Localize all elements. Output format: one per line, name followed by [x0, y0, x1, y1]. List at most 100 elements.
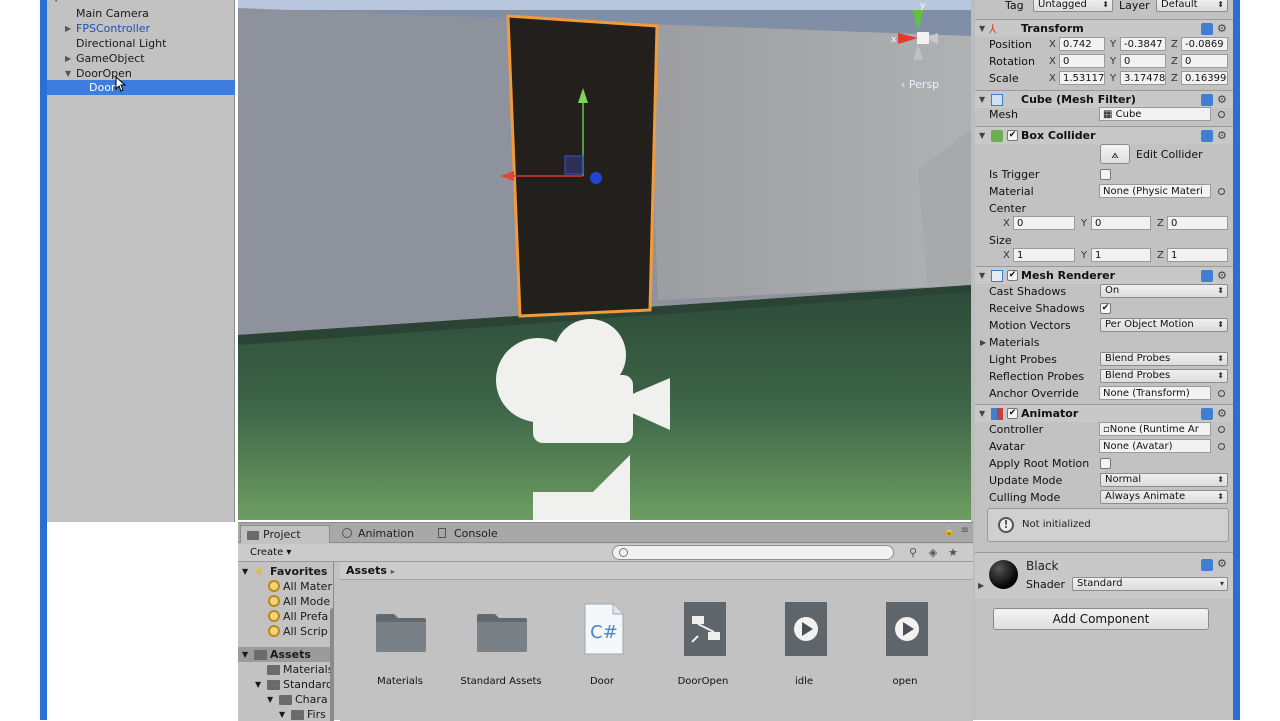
persp-label[interactable]: ‹ Persp	[901, 78, 939, 91]
tab-project[interactable]: Project	[240, 525, 330, 543]
box-collider-header[interactable]: ▼ ✔ Box Collider ⚙	[975, 126, 1233, 144]
tree-scrollbar[interactable]	[330, 608, 333, 721]
tree-item-firs[interactable]: ▼ Firs	[238, 707, 333, 721]
expand-triangle-icon[interactable]: ▼	[255, 677, 261, 692]
collapsed-triangle-icon[interactable]: ▶	[65, 51, 71, 66]
rotation-y-field[interactable]: 0	[1120, 54, 1166, 68]
gizmo-z-handle-icon[interactable]	[590, 172, 602, 184]
anchor-override-field[interactable]: None (Transform)	[1099, 386, 1211, 400]
layer-dropdown[interactable]: Default ⬍	[1156, 0, 1228, 12]
hierarchy-item-main-camera[interactable]: Main Camera	[47, 6, 235, 21]
hierarchy-item-gameobject[interactable]: ▶ GameObject	[47, 51, 235, 66]
avatar-field[interactable]: None (Avatar)	[1099, 439, 1211, 453]
object-picker-icon[interactable]	[1218, 188, 1225, 195]
asset-open-animation[interactable]: open	[855, 602, 955, 702]
add-component-button[interactable]: Add Component	[993, 608, 1209, 630]
collapsed-triangle-icon[interactable]: ▶	[978, 581, 984, 590]
panel-menu-icon[interactable]: ≡	[961, 525, 969, 536]
expand-triangle-icon[interactable]: ▼	[242, 647, 248, 662]
position-x-field[interactable]: 0.742	[1059, 37, 1105, 51]
settings-gear-icon[interactable]: ⚙	[1217, 557, 1227, 570]
reflection-probes-dropdown[interactable]: Blend Probes ⬍	[1100, 369, 1228, 383]
collapsed-triangle-icon[interactable]: ▶	[980, 334, 986, 351]
scene-view[interactable]: x y ‹ Persp	[238, 0, 971, 520]
favorite-star-icon[interactable]: ★	[946, 546, 960, 560]
physic-material-field[interactable]: None (Physic Materi	[1099, 184, 1211, 198]
center-y-field[interactable]: 0	[1091, 216, 1151, 230]
help-icon[interactable]	[1201, 94, 1213, 106]
help-icon[interactable]	[1201, 23, 1213, 35]
scene-viewport[interactable]: x y ‹ Persp	[238, 0, 971, 520]
tree-item-materials[interactable]: Materials	[238, 662, 333, 677]
asset-door-script[interactable]: C# Door	[552, 602, 652, 702]
gizmo-plane-handle[interactable]	[564, 155, 584, 175]
position-y-field[interactable]: -0.3847	[1120, 37, 1166, 51]
expand-triangle-icon[interactable]: ▼	[65, 66, 71, 81]
mesh-renderer-header[interactable]: ▼ ✔ Mesh Renderer ⚙	[975, 266, 1233, 284]
tab-animation[interactable]: Animation	[336, 525, 432, 543]
collapsed-triangle-icon[interactable]: ▶	[65, 21, 71, 36]
enabled-checkbox[interactable]: ✔	[1007, 130, 1018, 141]
create-button[interactable]: Create ▾	[242, 545, 299, 560]
center-x-field[interactable]: 0	[1013, 216, 1075, 230]
asset-dooropen-controller[interactable]: DoorOpen	[653, 602, 753, 702]
rotation-z-field[interactable]: 0	[1181, 54, 1228, 68]
lock-icon[interactable]: 🔒	[944, 527, 955, 537]
object-picker-icon[interactable]	[1218, 111, 1225, 118]
tree-item-standard[interactable]: ▼ Standard	[238, 677, 333, 692]
tab-console[interactable]: Console	[432, 525, 522, 543]
controller-field[interactable]: ▫None (Runtime Ar	[1099, 422, 1211, 436]
shader-dropdown[interactable]: Standard ▾	[1072, 577, 1228, 591]
size-y-field[interactable]: 1	[1091, 248, 1151, 262]
scale-z-field[interactable]: 0.16399	[1181, 71, 1228, 85]
help-icon[interactable]	[1201, 130, 1213, 142]
center-z-field[interactable]: 0	[1167, 216, 1228, 230]
size-z-field[interactable]: 1	[1167, 248, 1228, 262]
search-input[interactable]	[612, 545, 894, 560]
hierarchy-item-fpscontroller[interactable]: ▶ FPSController	[47, 21, 235, 36]
hierarchy-item-door[interactable]: Door	[47, 80, 235, 95]
culling-mode-dropdown[interactable]: Always Animate ⬍	[1100, 490, 1228, 504]
materials-row[interactable]: ▶ Materials	[975, 334, 1233, 351]
help-icon[interactable]	[1201, 559, 1213, 571]
asset-materials[interactable]: Materials	[350, 602, 450, 702]
settings-gear-icon[interactable]: ⚙	[1217, 127, 1227, 145]
filter-type-icon[interactable]: ⚲	[906, 546, 920, 560]
size-x-field[interactable]: 1	[1013, 248, 1075, 262]
filter-label-icon[interactable]: ◈	[926, 546, 940, 560]
cast-shadows-dropdown[interactable]: On ⬍	[1100, 284, 1228, 298]
position-z-field[interactable]: -0.0869	[1181, 37, 1228, 51]
favorites-header[interactable]: ▼ ★ Favorites	[238, 564, 333, 579]
hierarchy-item-dooropen[interactable]: ▼ DoorOpen	[47, 66, 235, 81]
is-trigger-checkbox[interactable]	[1100, 169, 1111, 180]
breadcrumb-assets[interactable]: Assets	[346, 564, 387, 577]
edit-collider-button[interactable]: ⟑	[1100, 144, 1130, 164]
expand-triangle-icon[interactable]: ▼	[267, 692, 273, 707]
expand-triangle-icon[interactable]: ▼	[279, 707, 285, 721]
favorites-item[interactable]: All Scrip	[238, 624, 333, 639]
help-icon[interactable]	[1201, 408, 1213, 420]
asset-standard-assets[interactable]: Standard Assets	[451, 602, 551, 702]
motion-vectors-dropdown[interactable]: Per Object Motion ⬍	[1100, 318, 1228, 332]
object-picker-icon[interactable]	[1218, 390, 1225, 397]
object-picker-icon[interactable]	[1218, 443, 1225, 450]
expand-triangle-icon[interactable]: ▼	[242, 564, 248, 579]
tree-item-chara[interactable]: ▼ Chara	[238, 692, 333, 707]
favorites-item[interactable]: All Prefa	[238, 609, 333, 624]
mesh-object-field[interactable]: ▦ Cube	[1099, 107, 1211, 121]
animator-header[interactable]: ▼ ✔ Animator ⚙	[975, 404, 1233, 422]
help-icon[interactable]	[1201, 270, 1213, 282]
enabled-checkbox[interactable]: ✔	[1007, 408, 1018, 419]
rotation-x-field[interactable]: 0	[1059, 54, 1105, 68]
object-picker-icon[interactable]	[1218, 426, 1225, 433]
light-probes-dropdown[interactable]: Blend Probes ⬍	[1100, 352, 1228, 366]
favorites-item[interactable]: All Mode	[238, 594, 333, 609]
scale-x-field[interactable]: 1.53117	[1059, 71, 1105, 85]
receive-shadows-checkbox[interactable]: ✔	[1100, 303, 1111, 314]
expand-triangle-icon[interactable]: ▼	[979, 127, 985, 145]
enabled-checkbox[interactable]: ✔	[1007, 270, 1018, 281]
hierarchy-item-directional-light[interactable]: Directional Light	[47, 36, 235, 51]
update-mode-dropdown[interactable]: Normal ⬍	[1100, 473, 1228, 487]
scale-y-field[interactable]: 3.17478	[1120, 71, 1166, 85]
tag-dropdown[interactable]: Untagged ⬍	[1033, 0, 1113, 12]
